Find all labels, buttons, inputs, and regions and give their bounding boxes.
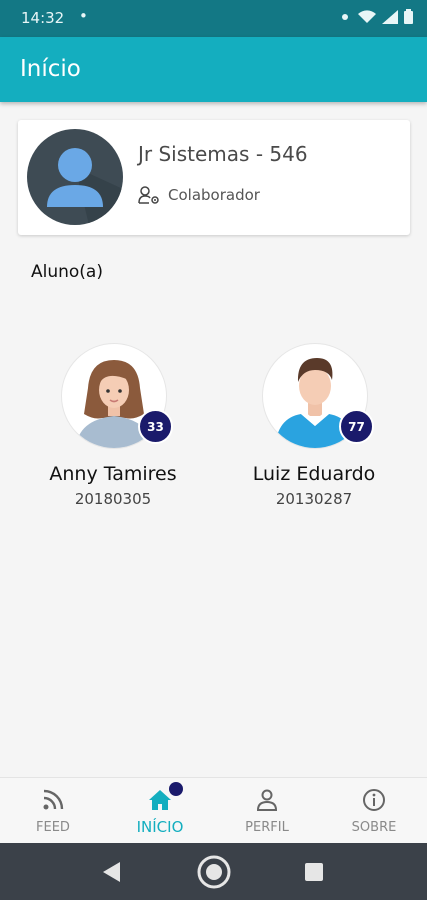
student-id: 20130287: [275, 490, 353, 508]
count-badge: 33: [138, 409, 173, 444]
person-icon: [256, 789, 278, 811]
battery-icon: [404, 9, 413, 24]
section-label: Aluno(a): [31, 262, 103, 282]
status-icons: [338, 9, 413, 24]
page-title: Início: [20, 56, 81, 82]
rss-icon: [43, 789, 64, 810]
student-name: Luiz Eduardo: [252, 463, 376, 485]
nav-label-sobre: SOBRE: [351, 820, 397, 835]
bottom-nav: FEED INÍCIO PERFIL SOBRE: [0, 777, 427, 844]
system-nav-bar: [0, 843, 427, 900]
status-time: 14:32: [21, 9, 65, 27]
nav-label-perfil: PERFIL: [245, 820, 289, 835]
student-id: 20180305: [74, 490, 152, 508]
avatar: [27, 129, 123, 225]
nav-item-perfil[interactable]: PERFIL: [227, 778, 307, 844]
vibrate-icon: [342, 13, 348, 20]
user-settings-icon: [138, 186, 159, 204]
count-badge: 77: [339, 409, 374, 444]
recents-icon[interactable]: [305, 863, 323, 881]
nav-label-feed: FEED: [36, 820, 70, 835]
back-icon[interactable]: [103, 862, 121, 882]
nav-label-inicio: INÍCIO: [136, 818, 184, 836]
home-circle-icon[interactable]: [196, 854, 232, 890]
user-avatar-icon: [47, 148, 123, 225]
nav-item-inicio[interactable]: INÍCIO: [120, 778, 200, 844]
nav-item-feed[interactable]: FEED: [13, 778, 93, 844]
wifi-icon: [358, 9, 376, 23]
app-bar: Início: [0, 37, 427, 102]
status-bar: 14:32 •: [0, 0, 427, 37]
notification-badge: [169, 782, 183, 796]
nav-item-sobre[interactable]: SOBRE: [334, 778, 414, 844]
profile-name: Jr Sistemas - 546: [138, 142, 308, 166]
info-icon: [363, 789, 385, 811]
home-icon: [149, 790, 171, 810]
role-label: Colaborador: [168, 186, 260, 204]
profile-card[interactable]: Jr Sistemas - 546 Colaborador: [18, 120, 410, 235]
notification-dot: •: [79, 7, 88, 25]
role-row: Colaborador: [138, 185, 260, 205]
student-name: Anny Tamires: [49, 463, 177, 485]
signal-icon: [382, 9, 398, 24]
